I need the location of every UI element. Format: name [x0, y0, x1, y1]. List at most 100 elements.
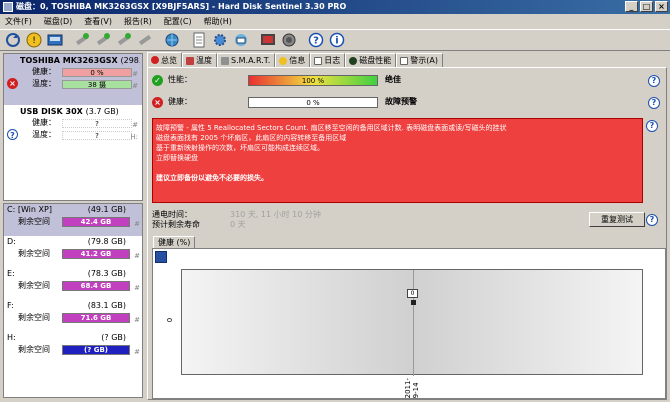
window-title: 磁盘：0, TOSHIBA MK3263GSX [X9BJF5ARS] - Ha… [16, 2, 347, 11]
tool-icon[interactable] [72, 31, 91, 50]
free-value: 68.4 GB [80, 282, 112, 290]
performance-bar: 100 % [248, 75, 378, 86]
hash-icon: # [134, 316, 140, 324]
hash-icon: # [134, 220, 140, 228]
data-point [411, 300, 416, 305]
temp-bar: 38 摄 [62, 80, 132, 89]
tab-bar: 总览 温度 S.M.A.R.T. 信息 日志 磁盘性能 警示(A) [147, 52, 667, 67]
error-icon [151, 56, 159, 64]
globe-icon[interactable] [162, 31, 181, 50]
menu-disk[interactable]: 磁盘(D) [44, 14, 72, 29]
device-item[interactable]: TOSHIBA MK3263GSX (298.1 GB × 健康： 0 % # … [4, 54, 142, 105]
tab-label: 磁盘性能 [359, 56, 392, 65]
partition-item[interactable]: D: (79.8 GB) 剩余空间 41.2 GB # [4, 236, 142, 268]
menu-file[interactable]: 文件(F) [5, 14, 32, 29]
svg-text:i: i [335, 36, 338, 47]
tab-health-graph[interactable]: 健康 (%) [153, 236, 196, 248]
free-value: 41.2 GB [80, 250, 112, 258]
alert-line: 基于重新映射操作的次数，坏扇区可能构成连续区域。 [156, 144, 324, 152]
health-value: ? [95, 120, 99, 128]
tab-temperature[interactable]: 温度 [182, 53, 217, 67]
health-status: 故障预警 [385, 97, 417, 106]
performance-value: 100 % [301, 77, 325, 85]
svg-text:!: ! [32, 36, 36, 46]
partition-item[interactable]: F: (83.1 GB) 剩余空间 71.6 GB # [4, 300, 142, 332]
menu-help[interactable]: 帮助(H) [204, 14, 232, 29]
alert-line: 立即替换硬盘 [156, 154, 198, 162]
network-icon[interactable] [231, 31, 250, 50]
partition-item[interactable]: H: (? GB) 剩余空间 (? GB) # [4, 332, 142, 364]
help-icon[interactable]: ? [648, 97, 660, 109]
health-row: × 健康： 0 % 故障预警 ? [148, 94, 668, 110]
menu-view[interactable]: 查看(V) [84, 14, 112, 29]
free-label: 剩余空间 [18, 313, 50, 322]
tab-overview[interactable]: 总览 [147, 52, 182, 67]
alert-line: 建议立即备份以避免不必要的损失。 [156, 174, 268, 182]
tab-performance[interactable]: 磁盘性能 [345, 53, 397, 67]
free-value: (? GB) [84, 346, 108, 354]
document-icon[interactable] [189, 31, 208, 50]
health-bar: 0 % [248, 97, 378, 108]
gear-icon[interactable] [210, 31, 229, 50]
partition-size: (49.1 GB) [87, 205, 126, 214]
device-item[interactable]: USB DISK 30X (3.7 GB) ? 健康： ? # 温度： ? H: [4, 105, 142, 156]
graph-panel: 0 0 2011-9-14 [152, 248, 666, 399]
alert-line [156, 163, 639, 173]
hash-icon: # [134, 348, 140, 356]
life-value: 0 天 [230, 220, 246, 229]
health-bar: 0 % [62, 68, 132, 77]
svg-text:?: ? [313, 36, 319, 47]
tool-icon[interactable] [114, 31, 133, 50]
partition-size: (78.3 GB) [87, 269, 126, 278]
warning-icon[interactable]: ! [24, 31, 43, 50]
disk-icon[interactable] [45, 31, 64, 50]
help-icon[interactable]: ? [306, 31, 325, 50]
tool-icon [221, 56, 229, 65]
maximize-button[interactable]: □ [640, 1, 653, 12]
help-icon[interactable]: ? [648, 75, 660, 87]
y-tick-label: 0 [166, 317, 175, 323]
tool-icon[interactable] [93, 31, 112, 50]
tool-icon[interactable] [135, 31, 154, 50]
free-bar: 71.6 GB [62, 313, 130, 323]
tab-log[interactable]: 日志 [310, 53, 346, 67]
hash-icon: H: [130, 133, 138, 141]
partition-size: (? GB) [101, 333, 126, 342]
report-icon[interactable] [258, 31, 277, 50]
health-label: 健康： [32, 67, 56, 76]
device-name: USB DISK 30X [20, 107, 83, 116]
free-value: 42.4 GB [80, 218, 112, 226]
performance-label: 性能： [168, 75, 192, 84]
save-icon[interactable] [155, 251, 167, 263]
free-label: 剩余空间 [18, 281, 50, 290]
close-button[interactable]: × [655, 1, 668, 12]
menu-report[interactable]: 报告(R) [124, 14, 152, 29]
tab-info[interactable]: 信息 [275, 53, 311, 67]
alert-box: 故障预警 - 属性 5 Reallocated Sectors Count. 扇… [152, 118, 643, 203]
refresh-icon[interactable] [3, 31, 22, 50]
partition-item[interactable]: E: (78.3 GB) 剩余空间 68.4 GB # [4, 268, 142, 300]
tab-label: 信息 [289, 56, 306, 65]
x-gridline [413, 270, 414, 376]
help-icon[interactable]: ? [646, 214, 658, 226]
free-bar: (? GB) [62, 345, 130, 355]
uptime-label: 通电时间： [152, 210, 192, 219]
tab-smart[interactable]: S.M.A.R.T. [217, 53, 276, 67]
tab-label: 温度 [196, 56, 212, 65]
free-label: 剩余空间 [18, 217, 50, 226]
tab-alerts[interactable]: 警示(A) [396, 53, 443, 67]
document-icon [400, 56, 409, 65]
health-chart: 0 0 2011-9-14 [166, 269, 643, 398]
help-icon[interactable]: ? [646, 120, 658, 132]
menu-config[interactable]: 配置(C) [164, 14, 192, 29]
performance-status: 绝佳 [385, 75, 401, 84]
power-icon[interactable] [279, 31, 298, 50]
minimize-button[interactable]: _ [625, 1, 638, 12]
info-icon[interactable]: i [327, 31, 346, 50]
retest-button[interactable]: 重复测试 [589, 212, 645, 227]
health-value: 0 % [306, 99, 320, 107]
partition-item[interactable]: C: [Win XP] (49.1 GB) 剩余空间 42.4 GB # [4, 204, 142, 236]
document-icon [314, 56, 323, 65]
device-name: TOSHIBA MK3263GSX [20, 56, 118, 65]
thermometer-icon [186, 56, 194, 65]
